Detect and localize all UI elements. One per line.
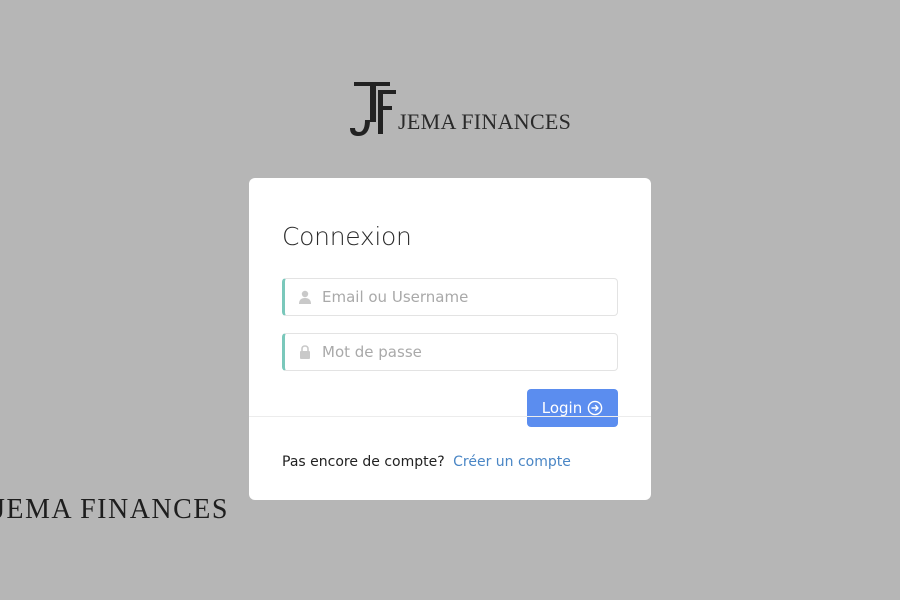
signup-prompt: Pas encore de compte? Créer un compte <box>282 454 571 470</box>
jf-monogram-icon <box>350 82 396 136</box>
user-icon <box>299 290 311 304</box>
create-account-link[interactable]: Créer un compte <box>453 454 571 470</box>
card-divider <box>249 416 651 417</box>
arrow-circle-right-icon <box>587 400 603 416</box>
login-title: Connexion <box>282 222 412 251</box>
brand-logo: JEMA FINANCES <box>348 80 571 140</box>
lock-icon <box>300 345 310 359</box>
brand-watermark: JEMA FINANCES <box>0 494 229 525</box>
login-card: Connexion Login Pas encore de compte? Cr… <box>249 178 651 500</box>
password-input[interactable] <box>322 343 602 361</box>
no-account-text: Pas encore de compte? <box>282 454 445 470</box>
username-field[interactable] <box>282 278 618 316</box>
login-button-label: Login <box>541 399 583 417</box>
login-button[interactable]: Login <box>527 389 618 427</box>
brand-name: JEMA FINANCES <box>398 109 572 134</box>
password-field[interactable] <box>282 333 618 371</box>
username-input[interactable] <box>322 288 602 306</box>
